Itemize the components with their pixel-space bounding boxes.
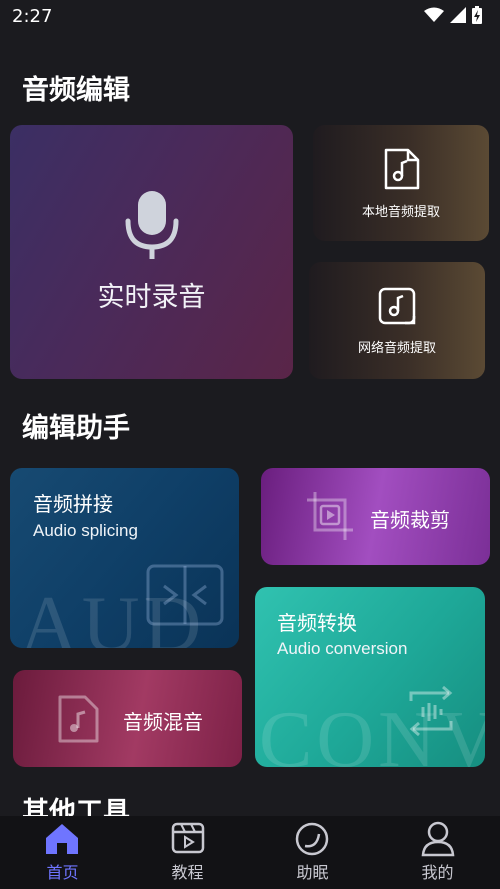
audio-convert-subtitle: Audio conversion — [277, 639, 408, 658]
music-file-icon — [384, 148, 420, 190]
nav-tutorial-label: 教程 — [171, 863, 204, 882]
status-bar: 2:27 — [0, 0, 500, 34]
audio-mix-card[interactable]: 音频混音 — [13, 670, 242, 767]
user-icon — [421, 821, 455, 857]
video-icon — [171, 822, 205, 854]
record-label: 实时录音 — [97, 282, 206, 313]
status-icons — [424, 6, 482, 24]
audio-convert-watermark: CONV — [259, 696, 485, 767]
audio-splice-watermark: AUD — [20, 581, 206, 648]
wifi-icon — [424, 7, 444, 22]
audio-convert-card[interactable]: 音频转换 Audio conversion CONV — [255, 587, 485, 767]
battery-icon — [472, 6, 482, 24]
signal-icon — [450, 7, 466, 23]
nav-home-label: 首页 — [46, 863, 79, 882]
music-file-icon — [58, 695, 99, 743]
audio-cut-card[interactable]: 音频裁剪 — [261, 468, 490, 565]
nav-tutorial[interactable]: 教程 — [125, 816, 250, 889]
network-audio-extract-label: 网络音频提取 — [357, 341, 436, 356]
crop-video-icon — [307, 492, 353, 540]
moon-icon — [295, 822, 329, 856]
audio-mix-title: 音频混音 — [123, 710, 203, 734]
audio-cut-title: 音频裁剪 — [370, 508, 450, 532]
nav-sleep[interactable]: 助眠 — [250, 816, 375, 889]
music-download-icon — [378, 287, 416, 325]
audio-convert-title: 音频转换 — [277, 611, 357, 635]
audio-splice-subtitle: Audio splicing — [33, 521, 138, 540]
section-title-audio-edit: 音频编辑 — [22, 75, 130, 106]
audio-splice-card[interactable]: 音频拼接 Audio splicing AUD — [10, 468, 239, 648]
bottom-nav: 首页 教程 助眠 我的 — [0, 816, 500, 889]
nav-mine-label: 我的 — [421, 863, 454, 882]
network-audio-extract-card[interactable]: 网络音频提取 — [309, 262, 485, 379]
local-audio-extract-card[interactable]: 本地音频提取 — [313, 125, 489, 241]
section-title-edit-assistant: 编辑助手 — [22, 413, 130, 444]
nav-mine[interactable]: 我的 — [375, 816, 500, 889]
microphone-icon — [125, 191, 179, 259]
nav-sleep-label: 助眠 — [296, 863, 329, 882]
record-card[interactable]: 实时录音 — [10, 125, 293, 379]
audio-splice-title: 音频拼接 — [33, 492, 113, 516]
status-time: 2:27 — [12, 6, 53, 27]
nav-home[interactable]: 首页 — [0, 816, 125, 889]
home-icon — [46, 824, 78, 854]
local-audio-extract-label: 本地音频提取 — [361, 205, 440, 220]
